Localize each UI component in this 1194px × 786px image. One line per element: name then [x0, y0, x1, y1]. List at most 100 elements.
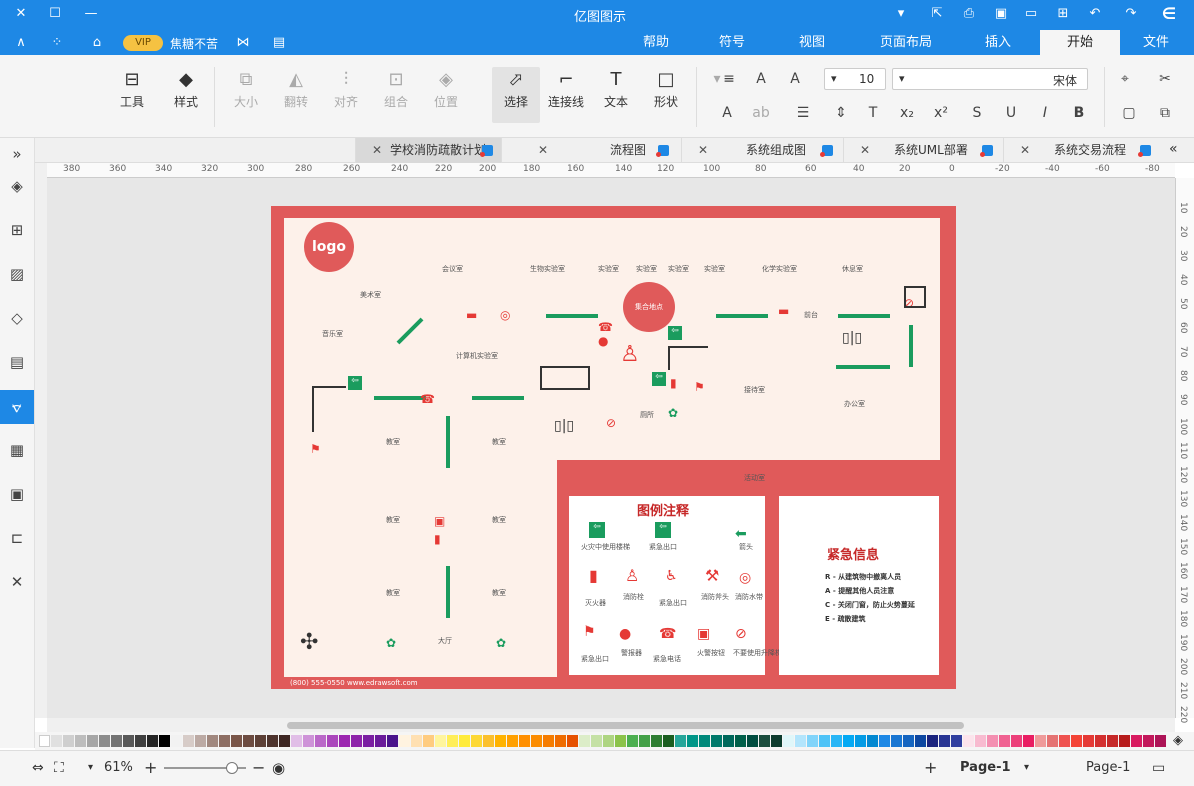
- color-swatch[interactable]: [483, 735, 494, 747]
- color-swatch[interactable]: [915, 735, 926, 747]
- grid-icon[interactable]: ⊞: [5, 218, 29, 242]
- doc-tab-evacuation[interactable]: ✕ 学校消防疏散计划: [355, 138, 501, 163]
- close-tab-icon[interactable]: ✕: [860, 138, 870, 163]
- color-swatch[interactable]: [495, 735, 506, 747]
- underline-icon[interactable]: U: [1000, 105, 1022, 121]
- text-clear-icon[interactable]: T: [862, 105, 884, 121]
- color-swatch[interactable]: [39, 735, 50, 747]
- paste-icon[interactable]: ▢: [1118, 105, 1140, 121]
- share-icon[interactable]: ⋈: [232, 30, 254, 55]
- fill-icon[interactable]: ◈: [5, 174, 29, 198]
- zoom-out-icon[interactable]: −: [252, 751, 265, 785]
- color-swatch[interactable]: [219, 735, 230, 747]
- color-swatch[interactable]: [843, 735, 854, 747]
- decrease-font-icon[interactable]: A: [750, 71, 772, 87]
- color-swatch[interactable]: [135, 735, 146, 747]
- color-swatch[interactable]: [207, 735, 218, 747]
- color-swatch[interactable]: [1119, 735, 1130, 747]
- color-swatch[interactable]: [75, 735, 86, 747]
- cut-icon[interactable]: ✂: [1154, 71, 1176, 87]
- color-swatch[interactable]: [435, 735, 446, 747]
- open-icon[interactable]: ▭: [1020, 0, 1042, 28]
- color-swatch[interactable]: [927, 735, 938, 747]
- color-swatch[interactable]: [363, 735, 374, 747]
- minimize-icon[interactable]: —: [80, 0, 102, 28]
- fit-width-icon[interactable]: ⇔: [32, 751, 44, 785]
- copy-icon[interactable]: ⧉: [1154, 105, 1176, 121]
- align-text-icon[interactable]: ≡: [718, 71, 740, 87]
- shirt-icon[interactable]: ⌂: [86, 30, 108, 55]
- doc-tab-flowchart[interactable]: ✕ 流程图: [501, 138, 681, 163]
- group-button[interactable]: ⊡ 组合: [378, 67, 414, 110]
- color-swatch[interactable]: [195, 735, 206, 747]
- strikethrough-icon[interactable]: S: [966, 105, 988, 121]
- color-swatch[interactable]: [231, 735, 242, 747]
- color-swatch[interactable]: [531, 735, 542, 747]
- color-swatch[interactable]: [1155, 735, 1166, 747]
- increase-font-icon[interactable]: A: [784, 71, 806, 87]
- comment-icon[interactable]: ▤: [268, 30, 290, 55]
- color-swatch[interactable]: [567, 735, 578, 747]
- chart-icon[interactable]: ⦡: [0, 390, 34, 424]
- color-swatch[interactable]: [1047, 735, 1058, 747]
- fill-picker-icon[interactable]: ◈: [1173, 733, 1183, 748]
- color-swatch[interactable]: [867, 735, 878, 747]
- color-swatch[interactable]: [771, 735, 782, 747]
- expand-panel-icon[interactable]: »: [5, 142, 29, 166]
- color-swatch[interactable]: [51, 735, 62, 747]
- subscript-icon[interactable]: x₂: [896, 105, 918, 121]
- zoom-dropdown-icon[interactable]: ▾: [88, 751, 93, 785]
- font-name-select[interactable]: ▾ 宋体: [892, 68, 1088, 90]
- color-swatch[interactable]: [939, 735, 950, 747]
- color-swatch[interactable]: [747, 735, 758, 747]
- color-swatch[interactable]: [699, 735, 710, 747]
- zoom-in-icon[interactable]: +: [144, 751, 157, 785]
- color-swatch[interactable]: [87, 735, 98, 747]
- color-swatch[interactable]: [375, 735, 386, 747]
- vip-badge[interactable]: VIP: [123, 35, 163, 51]
- color-swatch[interactable]: [351, 735, 362, 747]
- username[interactable]: 焦糖不苦: [170, 35, 218, 52]
- color-swatch[interactable]: [783, 735, 794, 747]
- color-swatch[interactable]: [951, 735, 962, 747]
- save-icon[interactable]: ▣: [990, 0, 1012, 28]
- select-button[interactable]: ⬀ 选择: [492, 67, 540, 123]
- connector-button[interactable]: ⌐ 连接线: [546, 67, 586, 110]
- color-swatch[interactable]: [111, 735, 122, 747]
- color-swatch[interactable]: [687, 735, 698, 747]
- apps-icon[interactable]: ⁘: [46, 30, 68, 55]
- close-tab-icon[interactable]: ✕: [372, 138, 382, 163]
- color-swatch[interactable]: [147, 735, 158, 747]
- paragraph-spacing-icon[interactable]: ⇕: [830, 105, 852, 121]
- color-palette[interactable]: ◈: [35, 732, 1194, 750]
- color-swatch[interactable]: [159, 735, 170, 747]
- color-swatch[interactable]: [1011, 735, 1022, 747]
- shape-button[interactable]: □ 形状: [648, 67, 684, 110]
- image-icon[interactable]: ▨: [5, 262, 29, 286]
- superscript-icon[interactable]: x²: [930, 105, 952, 121]
- text-button[interactable]: T 文本: [598, 67, 634, 110]
- color-swatch[interactable]: [123, 735, 134, 747]
- tab-help[interactable]: 帮助: [636, 30, 676, 55]
- text-case-icon[interactable]: ab: [750, 105, 772, 121]
- table-icon[interactable]: ▦: [5, 438, 29, 462]
- color-swatch[interactable]: [1083, 735, 1094, 747]
- color-swatch[interactable]: [891, 735, 902, 747]
- color-swatch[interactable]: [855, 735, 866, 747]
- position-button[interactable]: ◈ 位置: [428, 67, 464, 110]
- color-swatch[interactable]: [471, 735, 482, 747]
- color-swatch[interactable]: [555, 735, 566, 747]
- color-swatch[interactable]: [987, 735, 998, 747]
- color-swatch[interactable]: [291, 735, 302, 747]
- rotate-button[interactable]: ◭ 翻转: [278, 67, 314, 110]
- export-icon[interactable]: ⇱: [926, 0, 948, 28]
- color-swatch[interactable]: [543, 735, 554, 747]
- color-swatch[interactable]: [831, 735, 842, 747]
- doc-tab-composition[interactable]: ✕ 系统组成图: [681, 138, 843, 163]
- color-swatch[interactable]: [663, 735, 674, 747]
- shuffle-icon[interactable]: ✕: [5, 570, 29, 594]
- font-size-select[interactable]: ▾ 10: [824, 68, 886, 90]
- dropdown-icon[interactable]: ▾: [890, 0, 912, 28]
- color-swatch[interactable]: [1023, 735, 1034, 747]
- color-swatch[interactable]: [1107, 735, 1118, 747]
